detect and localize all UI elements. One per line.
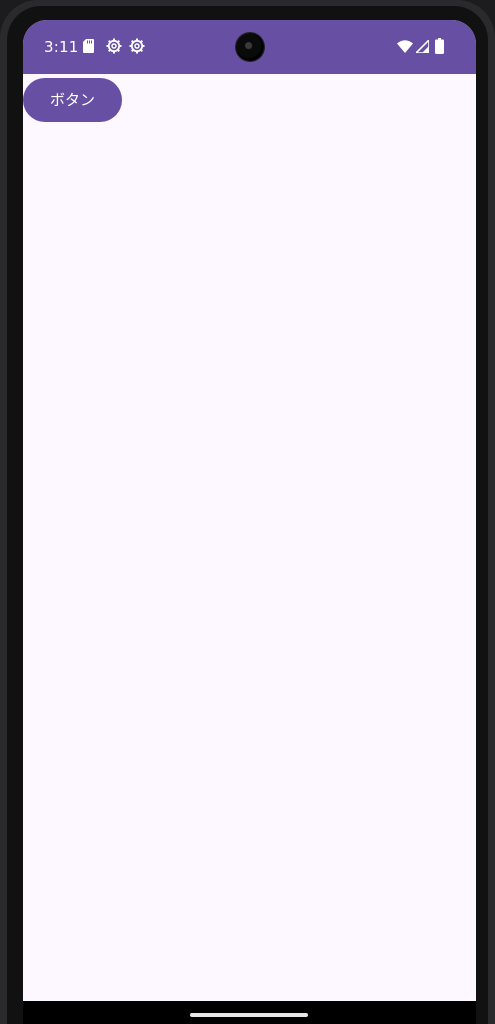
battery-icon [435, 38, 444, 54]
settings-gear-icon [106, 38, 122, 54]
main-button[interactable]: ボタン [23, 78, 122, 122]
cellular-signal-icon [416, 40, 429, 53]
home-indicator[interactable] [190, 1013, 308, 1017]
wifi-icon [397, 40, 413, 53]
status-time: 3:11 [44, 38, 79, 56]
app-screen: 3:11 ボタン [23, 20, 476, 1001]
status-bar: 3:11 [23, 20, 476, 74]
navigation-bar [23, 1001, 476, 1024]
front-camera [236, 33, 264, 61]
settings-gear-icon [129, 38, 145, 54]
sd-card-icon [83, 39, 94, 53]
